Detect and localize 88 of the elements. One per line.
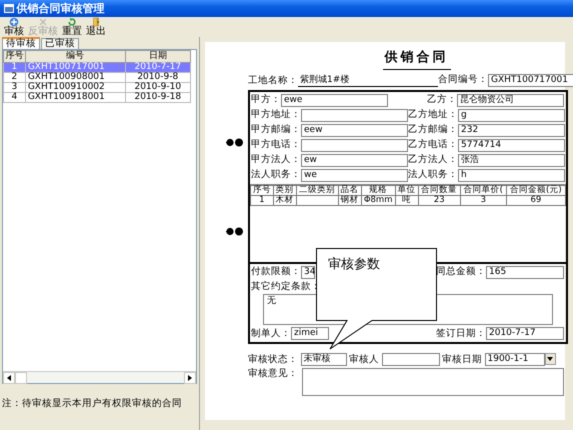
- table-cell: 3: [460, 195, 506, 206]
- toolbar-button[interactable]: 重置: [60, 17, 84, 37]
- table-cell: 钢材: [338, 195, 362, 206]
- text-field[interactable]: ew: [301, 154, 408, 167]
- column-header: 序号: [4, 50, 26, 62]
- text-field[interactable]: [382, 352, 440, 366]
- column-header: 单位: [395, 185, 418, 196]
- field-label: 合同编号：: [438, 74, 488, 86]
- left-arrow-icon: [7, 375, 11, 381]
- binder-hole-icon: [225, 227, 245, 236]
- field-label: 甲方邮编：: [251, 124, 301, 136]
- field-label: 审核意见：: [248, 368, 298, 380]
- text-field[interactable]: GXHT100717001: [488, 74, 573, 87]
- field-label: 签订日期：: [436, 328, 486, 340]
- note-text: 注：待审核显示本用户有权限审核的合同: [1, 397, 183, 410]
- column-header: 合同单价(: [460, 185, 506, 196]
- text-field[interactable]: eew: [301, 124, 408, 137]
- status-dropdown[interactable]: 未审核: [300, 352, 346, 366]
- toolbar-button[interactable]: 退出: [84, 17, 108, 37]
- column-header: 品名: [338, 185, 362, 196]
- text-field[interactable]: 34: [301, 266, 315, 279]
- scrollbar-thumb[interactable]: [15, 372, 27, 384]
- text-field[interactable]: zimei: [291, 326, 329, 340]
- field-label: 工地名称：: [248, 75, 298, 87]
- text-field[interactable]: we: [301, 168, 408, 182]
- field-label: 乙方地址：: [408, 109, 458, 121]
- tab[interactable]: 待审核: [2, 37, 40, 49]
- refresh-icon: [67, 17, 77, 27]
- text-field[interactable]: 232: [458, 124, 565, 137]
- dropdown-button[interactable]: [544, 352, 556, 365]
- app-icon: [4, 4, 14, 13]
- scroll-right-button[interactable]: [184, 372, 196, 384]
- field-label: 法人职务：: [251, 169, 301, 181]
- column-header: 合同金额(元): [506, 185, 566, 196]
- text-field[interactable]: [301, 138, 408, 152]
- text-field[interactable]: 165: [486, 266, 564, 279]
- column-header: 类别: [273, 185, 296, 196]
- field-label: 甲方法人：: [251, 154, 301, 166]
- tab[interactable]: 已审核: [41, 38, 79, 49]
- field-label: 甲方：: [251, 94, 281, 106]
- close-icon: [38, 17, 48, 27]
- field-label: 付款限额：: [251, 266, 301, 278]
- field-label: 同总金额：: [436, 266, 486, 278]
- field-label: 制单人：: [251, 328, 291, 340]
- right-arrow-icon: [188, 375, 192, 381]
- column-header: 日期: [125, 50, 190, 62]
- table-cell: 吨: [395, 195, 418, 206]
- text-field[interactable]: g: [458, 108, 565, 122]
- text-field[interactable]: h: [458, 168, 565, 182]
- window-title: 供销合同审核管理: [16, 2, 104, 16]
- column-header: 编号: [25, 50, 126, 62]
- form-title: 供销合同: [382, 50, 450, 70]
- column-header: 序号: [250, 185, 274, 196]
- caret-icon: [547, 356, 553, 361]
- underlined-field[interactable]: 紫荆城1#楼: [298, 74, 438, 87]
- binder-hole-icon: [225, 138, 245, 147]
- field-label: 乙方：: [427, 94, 457, 106]
- text-field[interactable]: 张浩: [458, 154, 565, 167]
- field-label: 乙方电话：: [408, 139, 458, 151]
- field-label: 审核人: [349, 354, 379, 366]
- column-header: 合同数量: [418, 185, 460, 196]
- callout-text: 审核参数: [328, 257, 380, 273]
- text-field[interactable]: 2010-7-17: [486, 326, 564, 340]
- field-label: 甲方电话：: [251, 139, 301, 151]
- table-cell: Φ8mm: [361, 195, 396, 206]
- field-label: 甲方地址：: [251, 109, 301, 121]
- table-cell: 1: [250, 195, 274, 206]
- text-field[interactable]: ewe: [281, 94, 388, 107]
- field-label: 审核日期: [442, 354, 482, 366]
- field-label: 审核状态：: [248, 354, 298, 366]
- text-field[interactable]: 昆仑物资公司: [457, 94, 564, 107]
- horizontal-scrollbar[interactable]: [3, 371, 196, 383]
- text-area[interactable]: [302, 368, 564, 396]
- column-header: 二级类别: [296, 185, 338, 196]
- table-cell: 23: [418, 195, 460, 206]
- text-field[interactable]: [301, 108, 408, 122]
- text-field[interactable]: 5774714: [458, 138, 565, 152]
- date-field[interactable]: 1900-1-1: [484, 352, 544, 366]
- scroll-left-button[interactable]: [3, 372, 15, 384]
- field-label: 法人职务：: [408, 169, 458, 181]
- table-cell: 69: [506, 195, 566, 206]
- toolbar-button[interactable]: 审核: [2, 17, 26, 37]
- field-label: 乙方邮编：: [408, 124, 458, 136]
- column-header: 规格: [361, 185, 396, 196]
- door-icon: [91, 17, 101, 27]
- field-label: 乙方法人：: [408, 154, 458, 166]
- table-cell: 木材: [273, 195, 296, 206]
- plus-icon: [9, 17, 19, 27]
